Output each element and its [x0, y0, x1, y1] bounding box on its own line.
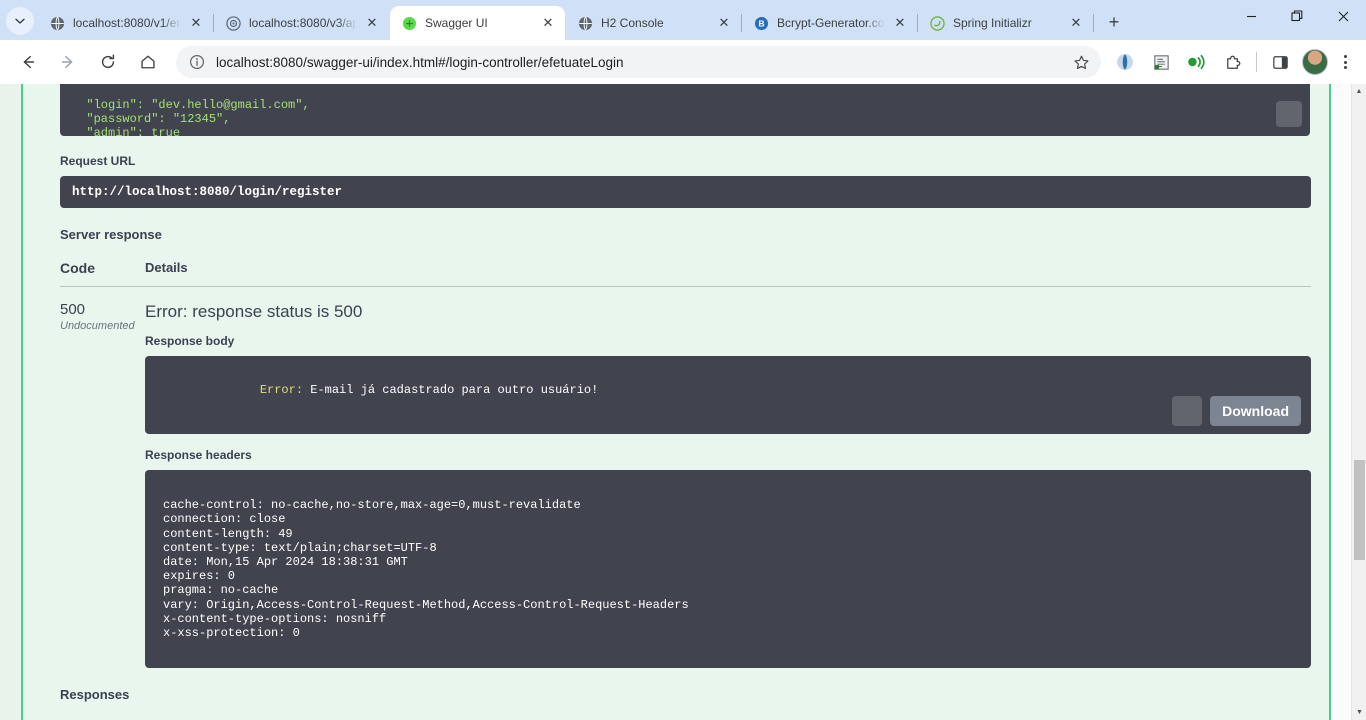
server-response-code: 500: [60, 301, 86, 318]
svg-text:B: B: [758, 18, 764, 28]
new-tab-button[interactable]: +: [1100, 8, 1128, 36]
scroll-up-arrow-icon[interactable]: ▲: [1352, 84, 1366, 99]
request-url-value: http://localhost:8080/login/register: [72, 185, 343, 199]
copy-curl-button[interactable]: [1276, 101, 1302, 127]
avatar[interactable]: [1302, 49, 1328, 75]
browser-tab-5-close-icon[interactable]: ✕: [1067, 14, 1085, 32]
server-response-heading: Server response: [60, 227, 162, 242]
page-right-gutter: [1331, 84, 1351, 720]
curl-line-2: "admin": true: [72, 126, 181, 136]
browser-tab-1-title: localhost:8080/v3/api: [249, 16, 357, 30]
maximize-restore-button[interactable]: [1274, 0, 1320, 32]
swagger-ui-page: "login": "dev.hello@gmail.com", "passwor…: [0, 84, 1351, 720]
curl-command-block[interactable]: "login": "dev.hello@gmail.com", "passwor…: [60, 84, 1310, 136]
browser-tab-3-title: H2 Console: [601, 16, 664, 30]
browser-tab-1[interactable]: localhost:8080/v3/api ✕: [214, 6, 389, 40]
response-header-line: expires: 0: [163, 569, 236, 584]
server-response-details: Error: response status is 500 Response b…: [145, 301, 1311, 669]
globe-icon: [49, 15, 65, 31]
side-panel-icon[interactable]: [1266, 48, 1294, 76]
response-body-block[interactable]: Error: E-mail já cadastrado para outro u…: [145, 356, 1311, 434]
browser-tab-5-title: Spring Initializr: [953, 16, 1032, 30]
tab-search-chevron-down-icon[interactable]: [6, 7, 34, 35]
home-icon[interactable]: [133, 47, 163, 77]
window-controls: [1228, 0, 1366, 40]
response-header-line: content-length: 49: [163, 526, 293, 541]
tab-strip: localhost:8080/v1/em ✕ localhost:8080/v3…: [0, 0, 1366, 40]
curl-line-1: "password": "12345",: [72, 112, 231, 126]
browser-tab-3-close-icon[interactable]: ✕: [715, 14, 733, 32]
server-response-code-header: Code: [60, 260, 95, 276]
server-response-status: 500 Undocumented: [60, 301, 145, 668]
response-header-line: pragma: no-cache: [163, 583, 279, 598]
star-icon[interactable]: [1067, 48, 1095, 76]
scrollbar-thumb[interactable]: [1354, 460, 1365, 560]
server-response-error-title: Error: response status is 500: [145, 302, 363, 321]
browser-toolbar: localhost:8080/swagger-ui/index.html#/lo…: [0, 40, 1366, 84]
kebab-menu-icon[interactable]: [1332, 49, 1358, 75]
server-response-undocumented: Undocumented: [60, 320, 135, 332]
swagger-operation-block: "login": "dev.hello@gmail.com", "passwor…: [21, 84, 1331, 720]
response-header-line: connection: close: [163, 512, 286, 527]
curl-line-0: "login": "dev.hello@gmail.com",: [72, 98, 310, 112]
reading-list-icon[interactable]: [1147, 48, 1175, 76]
recording-indicator-icon[interactable]: [1183, 48, 1211, 76]
response-body-label: Response body: [145, 334, 235, 348]
browser-window: localhost:8080/v1/em ✕ localhost:8080/v3…: [0, 0, 1366, 720]
tab-separator: [1093, 14, 1094, 32]
browser-tab-3[interactable]: H2 Console ✕: [566, 6, 741, 40]
copy-response-body-button[interactable]: [1172, 396, 1266, 426]
server-response-details-header: Details: [145, 260, 188, 275]
server-response-table-header: Code Details: [60, 260, 1311, 287]
server-response-row: 500 Undocumented Error: response status …: [60, 287, 1311, 669]
response-header-line: x-content-type-options: nosniff: [163, 611, 387, 626]
toolbar-separator: [1256, 52, 1257, 72]
back-button[interactable]: [13, 47, 43, 77]
forward-button[interactable]: [53, 47, 83, 77]
page-viewport: "login": "dev.hello@gmail.com", "passwor…: [0, 84, 1366, 720]
response-headers-block: cache-control: no-cache,no-store,max-age…: [145, 470, 1311, 669]
browser-tab-0-close-icon[interactable]: ✕: [187, 14, 205, 32]
swagger-green-icon: [401, 15, 417, 31]
response-header-line: cache-control: no-cache,no-store,max-age…: [163, 498, 581, 513]
spring-leaf-icon: [929, 15, 945, 31]
address-bar-url[interactable]: localhost:8080/swagger-ui/index.html#/lo…: [216, 55, 1067, 70]
copy-to-clipboard-icon: [1231, 91, 1310, 137]
response-body-error-prefix: Error:: [259, 383, 304, 397]
response-body-message: E-mail já cadastrado para outro usuário!: [310, 383, 599, 397]
info-circle-icon[interactable]: [188, 53, 206, 71]
browser-tab-2-close-icon[interactable]: ✕: [539, 14, 557, 32]
browser-tab-2-swagger-ui[interactable]: Swagger UI ✕: [390, 6, 565, 40]
browser-extension-blue-icon[interactable]: [1111, 48, 1139, 76]
browser-tab-4-close-icon[interactable]: ✕: [891, 14, 909, 32]
page-scrollbar-vertical[interactable]: ▲ ▼: [1351, 84, 1366, 720]
minimize-button[interactable]: [1228, 0, 1274, 32]
browser-tab-2-title: Swagger UI: [425, 16, 488, 30]
extensions-puzzle-icon[interactable]: [1219, 48, 1247, 76]
download-button[interactable]: Download: [1210, 396, 1301, 426]
reload-button[interactable]: [93, 47, 123, 77]
response-header-line: date: Mon,15 Apr 2024 18:38:31 GMT: [163, 555, 408, 570]
bcrypt-b-icon: B: [753, 15, 769, 31]
responses-heading: Responses: [60, 687, 130, 703]
address-bar[interactable]: localhost:8080/swagger-ui/index.html#/lo…: [176, 46, 1101, 78]
scroll-down-arrow-icon[interactable]: ▼: [1352, 705, 1366, 720]
browser-tab-5[interactable]: Spring Initializr ✕: [918, 6, 1093, 40]
response-headers-label: Response headers: [145, 448, 252, 462]
request-url-label: Request URL: [60, 154, 136, 168]
browser-tab-4-title: Bcrypt-Generator.com: [777, 16, 885, 30]
globe-icon: [577, 15, 593, 31]
response-header-line: content-type: text/plain;charset=UTF-8: [163, 540, 437, 555]
response-body-actions: Download: [1172, 396, 1301, 426]
response-header-line: x-xss-protection: 0: [163, 626, 300, 641]
swagger-spiral-icon: [225, 15, 241, 31]
browser-tab-0[interactable]: localhost:8080/v1/em ✕: [38, 6, 213, 40]
request-url-block: http://localhost:8080/login/register: [60, 176, 1311, 208]
response-header-line: vary: Origin,Access-Control-Request-Meth…: [163, 597, 689, 612]
close-window-button[interactable]: [1320, 0, 1366, 32]
browser-tab-1-close-icon[interactable]: ✕: [363, 14, 381, 32]
browser-tab-4[interactable]: B Bcrypt-Generator.com ✕: [742, 6, 917, 40]
browser-tab-0-title: localhost:8080/v1/em: [73, 16, 181, 30]
